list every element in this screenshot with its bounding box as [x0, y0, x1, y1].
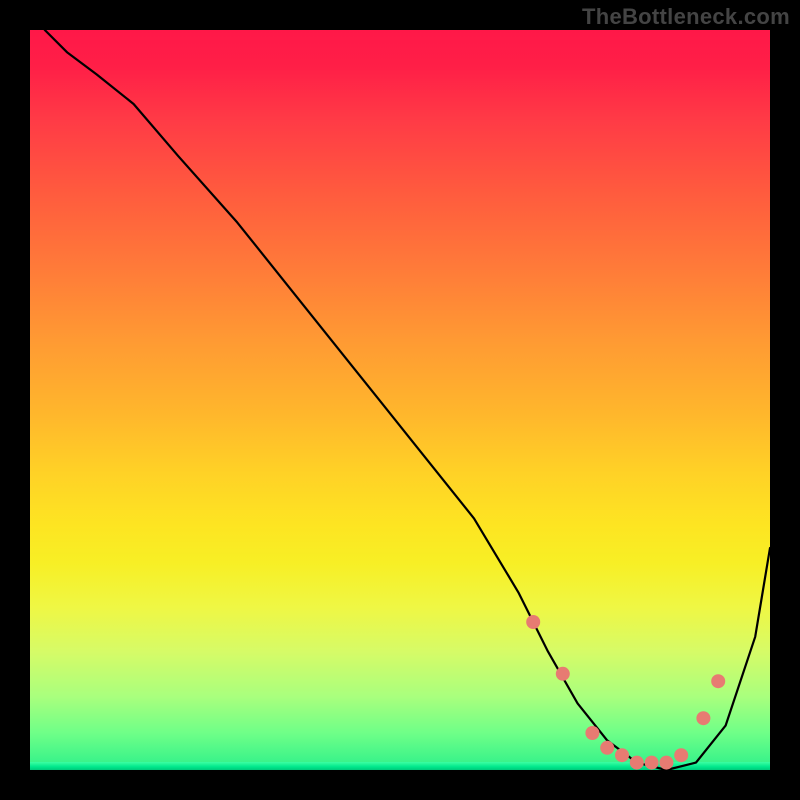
marker-dot [526, 615, 540, 629]
marker-dot [600, 741, 614, 755]
marker-dot [696, 711, 710, 725]
marker-dot [585, 726, 599, 740]
marker-dot [630, 756, 644, 770]
marker-dot [645, 756, 659, 770]
marker-dot [615, 748, 629, 762]
chart-frame: TheBottleneck.com [0, 0, 800, 800]
marker-dot [711, 674, 725, 688]
marker-dot [674, 748, 688, 762]
marker-dot [556, 667, 570, 681]
marker-dot [659, 756, 673, 770]
watermark-text: TheBottleneck.com [582, 4, 790, 30]
marker-group [526, 615, 725, 770]
curve-path [45, 30, 770, 770]
plot-area [30, 30, 770, 770]
chart-svg [30, 30, 770, 770]
